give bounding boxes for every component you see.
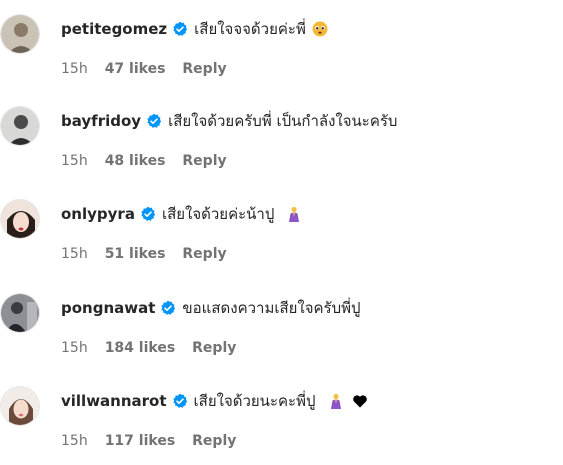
comment-username[interactable]: villwannarot <box>61 390 167 412</box>
comment-item: villwannarot เสียใจด้วยนะคะพี่ปู 15h 117… <box>0 372 563 464</box>
comment-time: 15h <box>61 340 88 356</box>
comment-username[interactable]: bayfridoy <box>61 110 141 132</box>
praying-person-icon <box>286 206 302 222</box>
comment-username[interactable]: onlypyra <box>61 203 135 225</box>
reply-button[interactable]: Reply <box>182 152 226 170</box>
comments-list: petitegomez เสียใจจจด้วยค่ะพี่ 15h 47 li… <box>0 0 563 465</box>
verified-badge-icon <box>160 300 176 316</box>
avatar[interactable] <box>0 199 40 239</box>
reply-button[interactable]: Reply <box>182 245 226 263</box>
avatar[interactable] <box>0 14 40 54</box>
comment-text: เสียใจด้วยครับพี่ เป็นกำลังใจนะครับ <box>168 112 398 130</box>
comment-item: petitegomez เสียใจจจด้วยค่ะพี่ 15h 47 li… <box>0 0 563 92</box>
comment-likes[interactable]: 47 likes <box>105 60 166 78</box>
comment-text: เสียใจด้วยค่ะน้าปู <box>161 205 275 223</box>
comment-text: เสียใจด้วยนะคะพี่ปู <box>193 392 316 410</box>
verified-badge-icon <box>140 206 156 222</box>
verified-badge-icon <box>172 393 188 409</box>
comment-item: bayfridoy เสียใจด้วยครับพี่ เป็นกำลังใจน… <box>0 92 563 184</box>
comment-time: 15h <box>61 246 88 262</box>
comment-likes[interactable]: 48 likes <box>105 152 166 170</box>
avatar[interactable] <box>0 386 40 426</box>
comment-likes[interactable]: 51 likes <box>105 245 166 263</box>
avatar[interactable] <box>0 293 40 333</box>
verified-badge-icon <box>146 113 162 129</box>
comment-username[interactable]: pongnawat <box>61 297 155 319</box>
comment-time: 15h <box>61 61 88 77</box>
comment-username[interactable]: petitegomez <box>61 18 167 40</box>
comment-likes[interactable]: 117 likes <box>105 432 175 450</box>
reply-button[interactable]: Reply <box>192 339 236 357</box>
comment-text: เสียใจจจด้วยค่ะพี่ <box>194 20 306 38</box>
comment-time: 15h <box>61 433 88 449</box>
comment-item: pongnawat ขอแสดงความเสียใจครับพี่ปู 15h … <box>0 279 563 371</box>
verified-badge-icon <box>172 21 188 37</box>
comment-time: 15h <box>61 153 88 169</box>
comment-likes[interactable]: 184 likes <box>105 339 175 357</box>
reply-button[interactable]: Reply <box>192 432 236 450</box>
reply-button[interactable]: Reply <box>182 60 226 78</box>
pleading-face-icon <box>312 21 328 37</box>
praying-person-icon <box>328 393 344 409</box>
comment-item: onlypyra เสียใจด้วยค่ะน้าปู 15h 51 likes… <box>0 185 563 277</box>
black-heart-icon <box>352 393 368 409</box>
comment-text: ขอแสดงความเสียใจครับพี่ปู <box>182 299 361 317</box>
avatar[interactable] <box>0 106 40 146</box>
